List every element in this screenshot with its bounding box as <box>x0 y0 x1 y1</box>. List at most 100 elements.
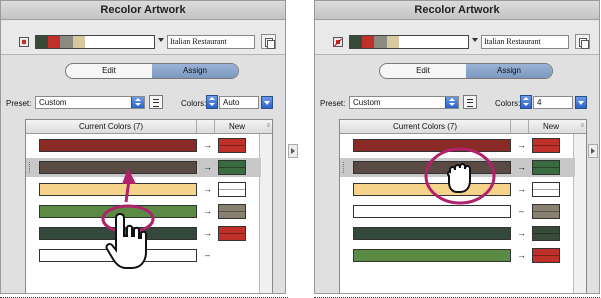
chevron-down-icon[interactable] <box>158 38 164 42</box>
arrow-right-icon[interactable]: → <box>203 205 212 218</box>
colors-dropdown-button[interactable] <box>575 96 587 109</box>
table-row[interactable]: → <box>26 224 261 243</box>
table-row[interactable]: → <box>340 224 575 243</box>
panel-body: Edit Assign Preset: Custom Colors: 4 Cur… <box>315 55 599 293</box>
colors-stepper[interactable] <box>206 95 218 109</box>
preset-select[interactable]: Custom <box>349 96 459 109</box>
colors-dropdown-button[interactable] <box>261 96 273 109</box>
color-group-chip[interactable] <box>59 36 74 48</box>
table-row[interactable]: → <box>26 202 261 221</box>
colors-field[interactable]: 4 <box>533 96 573 109</box>
colors-stepper[interactable] <box>520 95 532 109</box>
new-color-swatch[interactable] <box>218 204 246 219</box>
list-icon <box>467 99 473 107</box>
current-color-bar[interactable] <box>39 139 197 152</box>
preset-options-button[interactable] <box>149 95 163 109</box>
color-group-chip[interactable] <box>350 36 362 48</box>
new-header[interactable]: New <box>528 120 573 133</box>
save-color-group-button[interactable] <box>261 34 276 49</box>
color-group-chip[interactable] <box>373 36 388 48</box>
tab-edit[interactable]: Edit <box>380 64 466 78</box>
current-color-bar[interactable] <box>353 249 511 262</box>
new-color-swatch[interactable] <box>218 226 246 241</box>
expand-panel-icon[interactable] <box>288 144 298 158</box>
table-row[interactable]: → <box>340 158 575 177</box>
color-group-chip[interactable] <box>36 36 48 48</box>
tab-edit[interactable]: Edit <box>66 64 152 78</box>
arrow-right-icon[interactable]: → <box>517 249 526 262</box>
list-icon <box>153 99 159 107</box>
column-menu-icon[interactable]: ≡ <box>580 123 584 129</box>
drag-handle-icon[interactable] <box>29 162 33 173</box>
color-group-strip[interactable] <box>349 35 469 49</box>
new-color-swatch[interactable] <box>532 182 560 197</box>
current-color-bar[interactable] <box>39 205 197 218</box>
preset-options-button[interactable] <box>463 95 477 109</box>
tab-assign[interactable]: Assign <box>466 64 552 78</box>
table-row[interactable]: → <box>26 180 261 199</box>
current-color-swatch[interactable] <box>19 37 29 47</box>
arrow-right-icon[interactable]: → <box>517 227 526 240</box>
color-group-chip[interactable] <box>73 36 86 48</box>
preset-select[interactable]: Custom <box>35 96 145 109</box>
current-color-bar[interactable] <box>353 139 511 152</box>
color-assignment-table: Current Colors (7) New ≡ → → → – → → <box>339 119 587 293</box>
table-row[interactable]: – <box>340 202 575 221</box>
column-menu-icon[interactable]: ≡ <box>266 123 270 129</box>
arrow-right-icon[interactable]: → <box>203 227 212 240</box>
color-group-strip[interactable] <box>35 35 155 49</box>
table-row[interactable]: – <box>26 246 261 265</box>
arrow-right-icon[interactable]: → <box>517 183 526 196</box>
expand-panel-icon[interactable] <box>588 144 598 158</box>
current-color-bar[interactable] <box>353 183 511 196</box>
current-color-swatch[interactable] <box>333 37 343 47</box>
new-color-swatch[interactable] <box>218 160 246 175</box>
current-color-bar[interactable] <box>39 249 197 262</box>
arrow-right-icon[interactable]: → <box>203 183 212 196</box>
new-color-swatch[interactable] <box>218 182 246 197</box>
color-group-name-field[interactable]: Italian Restaurant <box>481 35 569 49</box>
new-color-swatch[interactable] <box>532 226 560 241</box>
new-color-swatch[interactable] <box>218 138 246 153</box>
arrow-right-icon[interactable]: → <box>203 161 212 174</box>
color-group-name-field[interactable]: Italian Restaurant <box>167 35 255 49</box>
current-color-bar[interactable] <box>39 161 197 174</box>
arrow-right-icon[interactable]: → <box>203 139 212 152</box>
arrow-right-icon[interactable]: → <box>517 139 526 152</box>
current-color-bar[interactable] <box>353 205 511 218</box>
color-group-chip[interactable] <box>47 36 60 48</box>
color-group-chip[interactable] <box>85 36 154 48</box>
current-color-bar[interactable] <box>39 183 197 196</box>
new-color-swatch[interactable] <box>532 138 560 153</box>
current-color-bar[interactable] <box>353 161 511 174</box>
colors-field[interactable]: Auto <box>219 96 259 109</box>
table-row[interactable]: → <box>340 180 575 199</box>
panel-title: Recolor Artwork <box>1 1 285 20</box>
arrow-right-icon[interactable]: → <box>517 161 526 174</box>
new-header[interactable]: New <box>214 120 259 133</box>
table-row[interactable]: → <box>26 136 261 155</box>
colors-label: Colors: <box>495 99 521 108</box>
table-row[interactable]: → <box>340 246 575 265</box>
new-color-swatch[interactable] <box>532 248 560 263</box>
no-assign-icon[interactable]: – <box>205 249 210 262</box>
color-group-chip[interactable] <box>387 36 400 48</box>
color-group-chip[interactable] <box>399 36 468 48</box>
new-color-swatch[interactable] <box>532 160 560 175</box>
table-row[interactable]: → <box>340 136 575 155</box>
current-color-bar[interactable] <box>353 227 511 240</box>
current-colors-header[interactable]: Current Colors (7) <box>340 120 511 133</box>
chevron-down-icon[interactable] <box>472 38 478 42</box>
tab-assign[interactable]: Assign <box>152 64 238 78</box>
save-color-group-button[interactable] <box>575 34 590 49</box>
no-assign-icon[interactable]: – <box>519 205 524 218</box>
new-color-swatch[interactable] <box>532 204 560 219</box>
current-colors-header[interactable]: Current Colors (7) <box>26 120 197 133</box>
preset-spinner-icon[interactable] <box>445 97 458 108</box>
table-row[interactable]: → <box>26 158 261 177</box>
drag-handle-icon[interactable] <box>343 162 347 173</box>
color-assignment-table: Current Colors (7) New ≡ → → → → → – <box>25 119 273 293</box>
current-color-bar[interactable] <box>39 227 197 240</box>
color-group-chip[interactable] <box>361 36 374 48</box>
preset-spinner-icon[interactable] <box>131 97 144 108</box>
